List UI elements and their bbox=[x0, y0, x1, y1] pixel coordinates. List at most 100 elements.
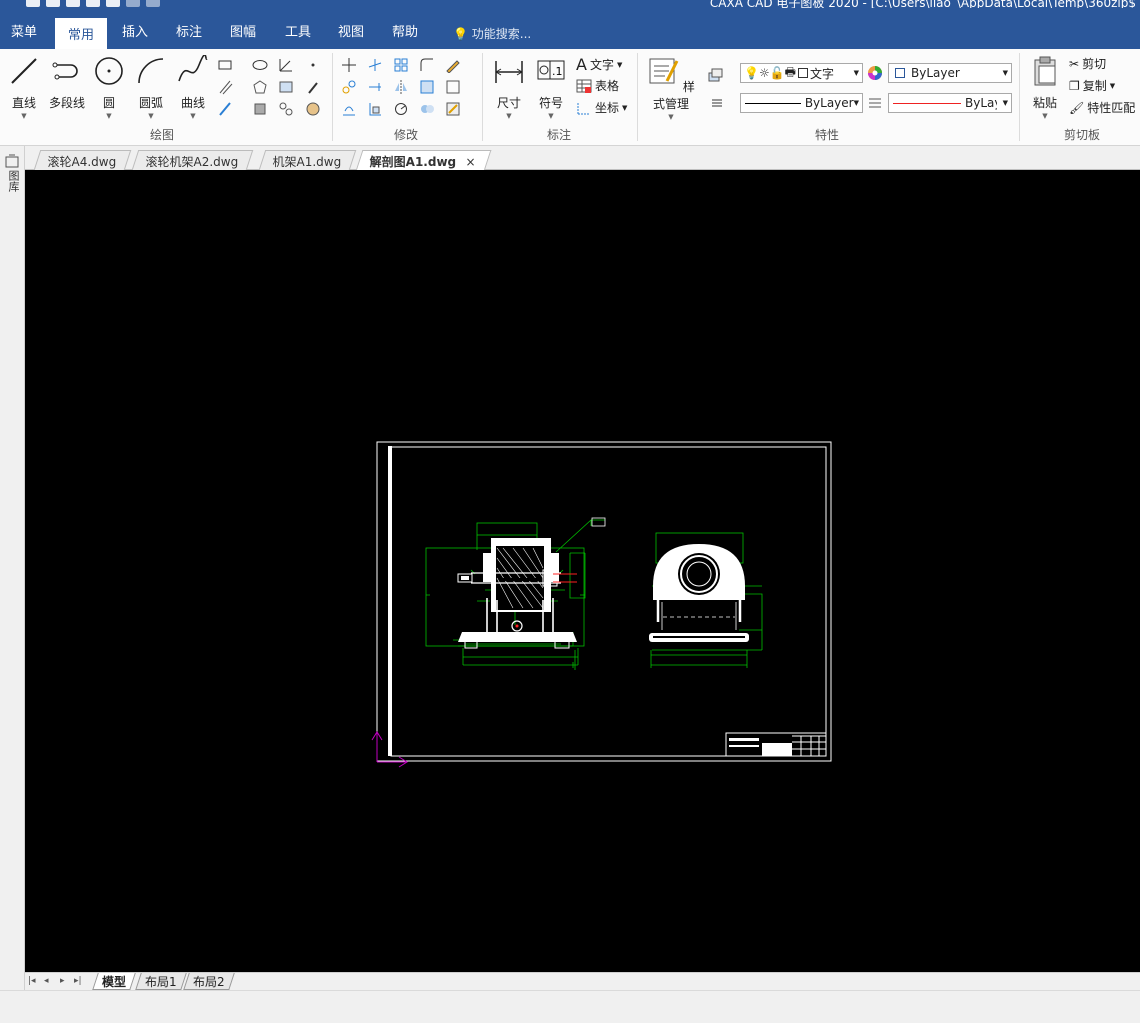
tab-help[interactable]: 帮助 bbox=[392, 21, 418, 40]
symbol-button[interactable]: .1 符号 ▼ bbox=[534, 55, 568, 120]
section-view-left[interactable] bbox=[425, 517, 606, 670]
tab-tools[interactable]: 工具 bbox=[285, 21, 311, 40]
layer-manager-icon[interactable] bbox=[707, 67, 723, 83]
block-icon[interactable] bbox=[252, 101, 268, 117]
style-manager-button[interactable]: 样式管理 ▼ bbox=[644, 55, 698, 121]
save-as-icon[interactable] bbox=[86, 0, 100, 7]
function-search-input[interactable]: 功能搜索... bbox=[472, 27, 531, 41]
extend-icon[interactable] bbox=[367, 79, 383, 95]
line-label: 直线 bbox=[11, 96, 36, 110]
arc-button[interactable]: 圆弧 ▼ bbox=[134, 55, 168, 120]
new-icon[interactable] bbox=[26, 0, 40, 7]
lines-menu-icon[interactable] bbox=[709, 95, 725, 111]
cut-label: 剪切 bbox=[1082, 57, 1107, 71]
title-block[interactable] bbox=[725, 732, 827, 757]
layout-tab-layout2[interactable]: 布局2 bbox=[183, 973, 235, 990]
properties-edit-icon[interactable] bbox=[445, 101, 461, 117]
layer-combo[interactable]: 💡 ☼ 🔓 🖶 文字 ▼ bbox=[740, 63, 863, 83]
line-icon bbox=[11, 58, 37, 84]
circle-button[interactable]: 圆 ▼ bbox=[93, 55, 125, 120]
layout-tab-layout1[interactable]: 布局1 bbox=[135, 973, 187, 990]
curve-button[interactable]: 曲线 ▼ bbox=[176, 54, 210, 120]
lineweight-icon[interactable] bbox=[867, 95, 883, 111]
mirror-icon[interactable] bbox=[393, 79, 409, 95]
fillet-icon[interactable] bbox=[419, 57, 435, 73]
style-manager-icon bbox=[649, 58, 679, 84]
copy-icon: ❐ bbox=[1069, 78, 1080, 93]
image-icon[interactable] bbox=[305, 101, 321, 117]
tab-sheet[interactable]: 图幅 bbox=[230, 21, 256, 40]
lock-icon: 🔓 bbox=[769, 66, 785, 80]
coord-button[interactable]: 坐标 ▼ bbox=[576, 99, 627, 116]
scale-icon[interactable] bbox=[367, 101, 383, 117]
doc-tab-1[interactable]: 滚轮A4.dwg bbox=[33, 150, 131, 170]
library-pin-icon[interactable] bbox=[5, 154, 19, 168]
point-icon[interactable] bbox=[305, 57, 321, 73]
color-wheel-icon[interactable] bbox=[867, 65, 883, 81]
tab-insert[interactable]: 插入 bbox=[122, 21, 148, 40]
paste-button[interactable]: 粘贴 ▼ bbox=[1028, 55, 1062, 120]
parallel-line-icon[interactable] bbox=[217, 79, 233, 95]
frame-icon[interactable] bbox=[445, 79, 461, 95]
table-icon bbox=[576, 79, 592, 93]
line-button[interactable]: 直线 ▼ bbox=[8, 55, 40, 120]
polyline-label: 多段线 bbox=[48, 96, 85, 110]
offset-icon[interactable] bbox=[341, 101, 357, 117]
trim-icon[interactable] bbox=[367, 57, 383, 73]
insert-block-icon[interactable] bbox=[278, 101, 294, 117]
pen-icon[interactable] bbox=[445, 57, 461, 73]
end-view-right[interactable] bbox=[649, 532, 763, 668]
last-layout-arrow-icon[interactable]: ▸| bbox=[74, 976, 82, 986]
table-label: 表格 bbox=[595, 79, 620, 93]
scissors-icon: ✂ bbox=[1069, 56, 1080, 71]
doc-tab-2[interactable]: 滚轮机架A2.dwg bbox=[131, 150, 253, 170]
close-icon[interactable]: × bbox=[466, 155, 476, 169]
doc-tab-3[interactable]: 机架A1.dwg bbox=[258, 150, 356, 170]
polygon-icon[interactable] bbox=[252, 79, 268, 95]
angle-line-icon[interactable] bbox=[278, 57, 294, 73]
redo-icon[interactable] bbox=[146, 0, 160, 7]
function-search[interactable]: 💡 功能搜索... bbox=[453, 25, 531, 42]
color-swatch bbox=[895, 68, 905, 78]
table-button[interactable]: 表格 bbox=[576, 77, 619, 94]
window-select-icon[interactable] bbox=[419, 79, 435, 95]
tab-common[interactable]: 常用 bbox=[55, 18, 108, 49]
drawing-canvas[interactable] bbox=[25, 170, 1140, 972]
group-separator bbox=[637, 53, 638, 141]
copy-button[interactable]: ❐ 复制 ▼ bbox=[1069, 77, 1115, 94]
move-icon[interactable] bbox=[341, 57, 357, 73]
centerline-icon[interactable] bbox=[217, 101, 233, 117]
lineweight-combo[interactable]: ByLayer ▼ bbox=[888, 93, 1012, 113]
first-layout-arrow-icon[interactable]: |◂ bbox=[28, 976, 36, 986]
next-layout-arrow-icon[interactable]: ▸ bbox=[60, 976, 65, 986]
circle-icon bbox=[95, 57, 123, 85]
layout-tab-model[interactable]: 模型 bbox=[92, 973, 136, 990]
ellipse-icon[interactable] bbox=[252, 57, 268, 73]
tab-view[interactable]: 视图 bbox=[338, 21, 364, 40]
print-icon[interactable] bbox=[106, 0, 120, 7]
leader-icon[interactable] bbox=[305, 79, 321, 95]
doc-tab-active[interactable]: 解剖图A1.dwg × bbox=[355, 150, 491, 171]
linetype-combo[interactable]: ByLayer ▼ bbox=[740, 93, 863, 113]
array-icon[interactable] bbox=[393, 57, 409, 73]
tab-annotate[interactable]: 标注 bbox=[176, 21, 202, 40]
undo-icon[interactable] bbox=[126, 0, 140, 7]
color-combo[interactable]: ByLayer ▼ bbox=[888, 63, 1012, 83]
rectangle-icon[interactable] bbox=[217, 57, 233, 73]
text-button[interactable]: A 文字 ▼ bbox=[576, 55, 622, 74]
explode-icon[interactable] bbox=[419, 101, 435, 117]
save-icon[interactable] bbox=[66, 0, 80, 7]
dimension-button[interactable]: 尺寸 ▼ bbox=[492, 55, 526, 120]
copy-select-icon[interactable] bbox=[341, 79, 357, 95]
menu-main[interactable]: 菜单 bbox=[11, 21, 37, 40]
open-icon[interactable] bbox=[46, 0, 60, 7]
match-properties-button[interactable]: 🖌 特性匹配 bbox=[1069, 99, 1135, 116]
lineweight-preview bbox=[893, 102, 961, 104]
library-label[interactable]: 图库 bbox=[5, 170, 21, 192]
cut-button[interactable]: ✂ 剪切 bbox=[1069, 55, 1106, 72]
polyline-button[interactable]: 多段线 bbox=[46, 55, 88, 111]
rotate-icon[interactable] bbox=[393, 101, 409, 117]
arc-icon bbox=[138, 58, 164, 84]
prev-layout-arrow-icon[interactable]: ◂ bbox=[44, 976, 49, 986]
hatch-icon[interactable] bbox=[278, 79, 294, 95]
